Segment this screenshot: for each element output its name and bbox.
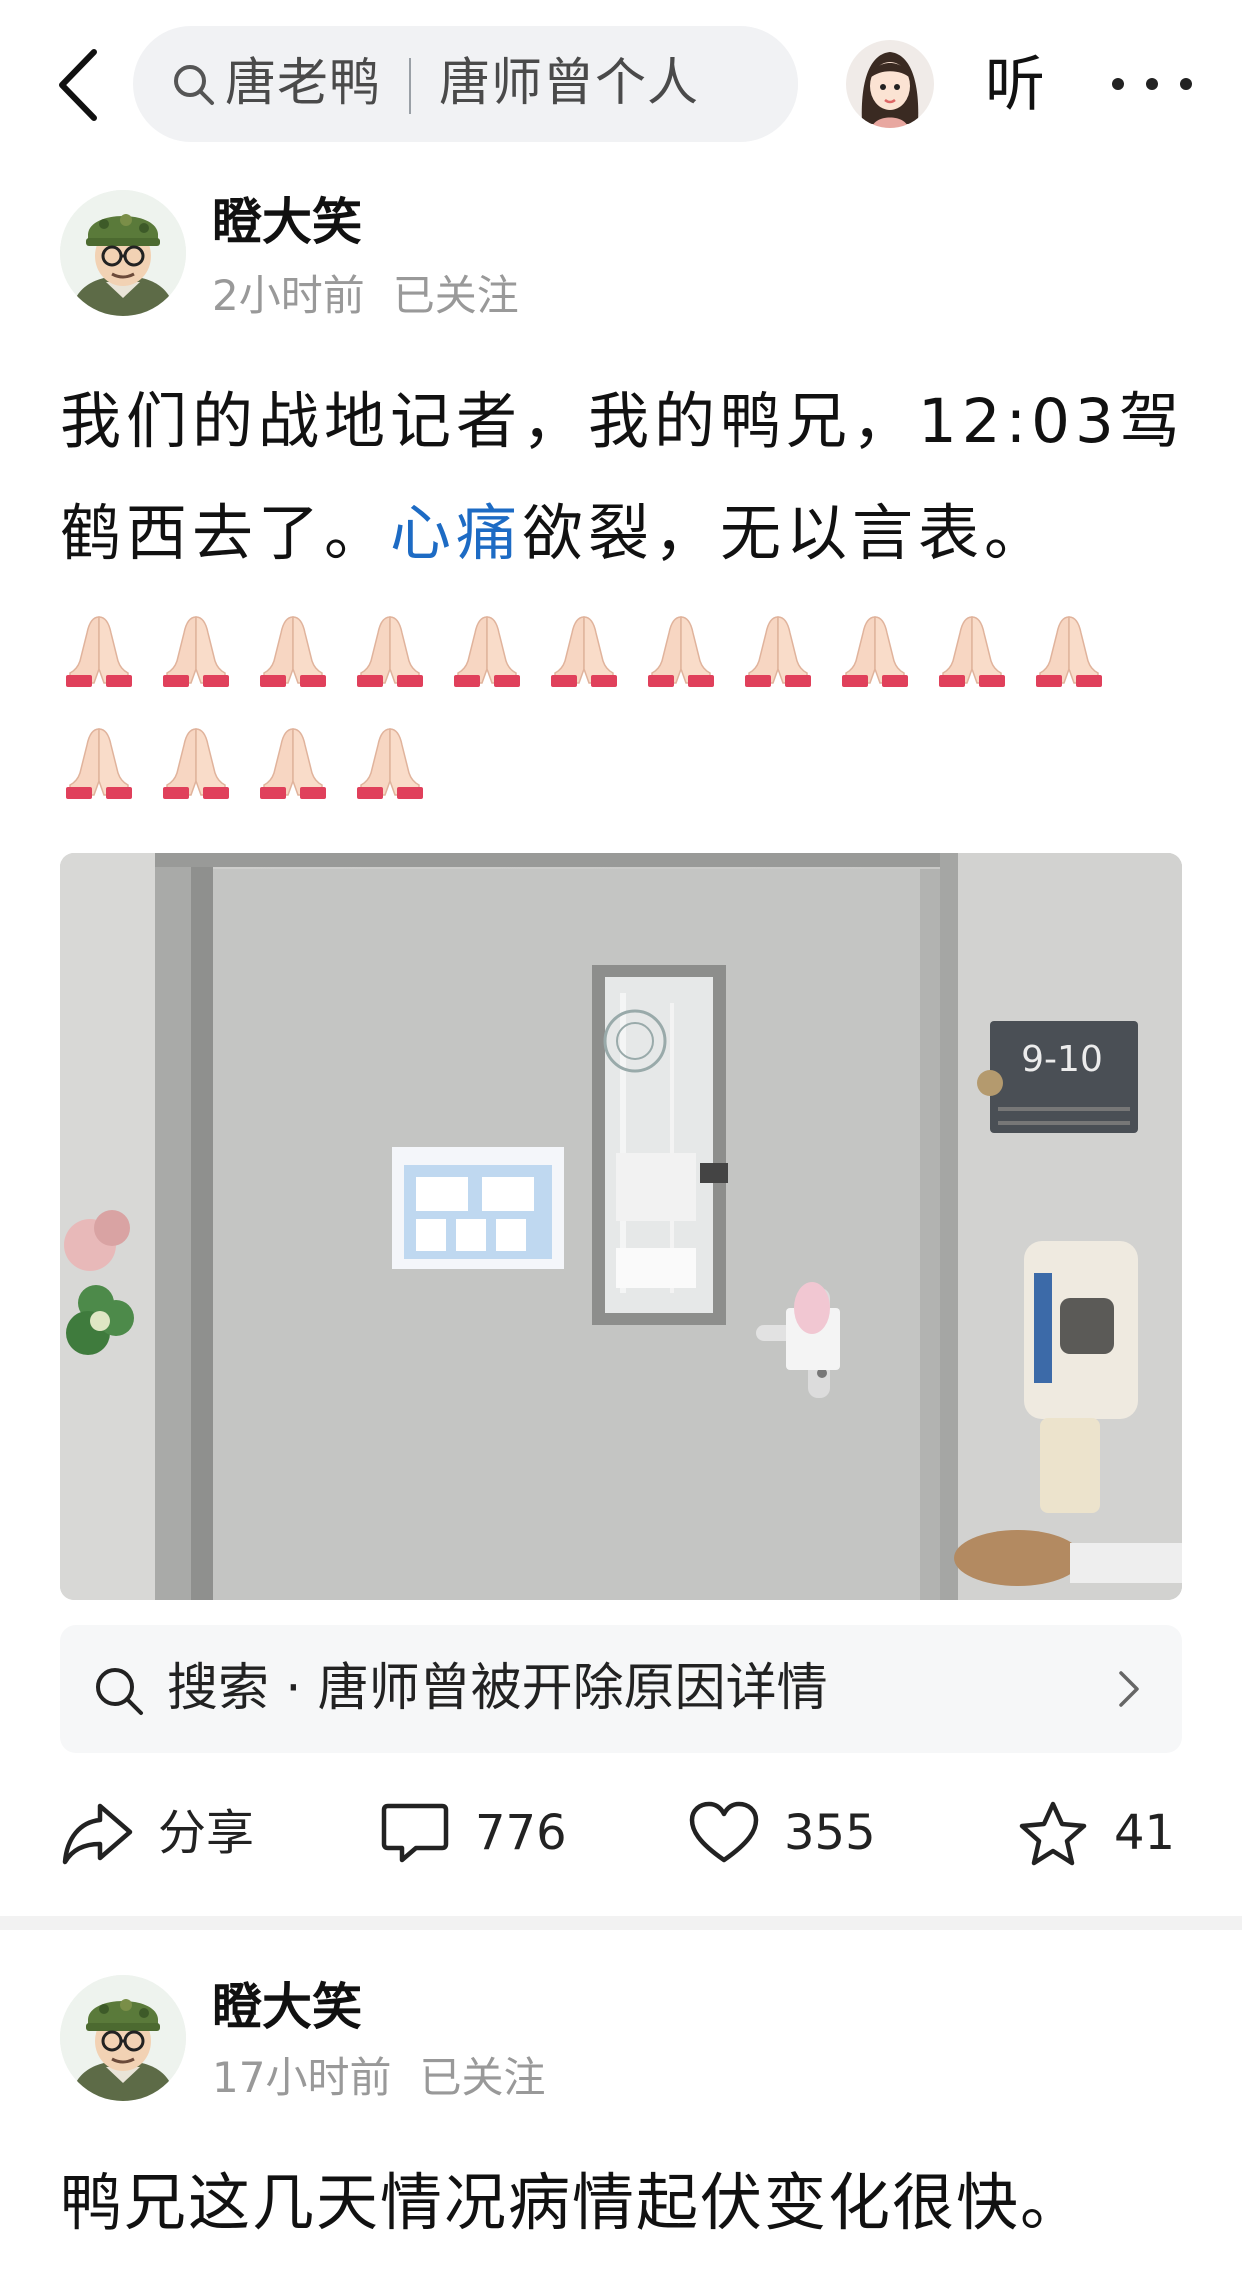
post-divider — [0, 1916, 1242, 1930]
more-options-icon[interactable] — [1112, 78, 1192, 92]
folded-hands-emoji — [745, 616, 811, 688]
search-separator — [409, 58, 412, 114]
search-bar[interactable]: 唐老鸭 唐师曾个人 — [133, 26, 798, 142]
folded-hands-emoji — [66, 616, 132, 688]
post-image[interactable]: 9-10 — [60, 853, 1182, 1600]
search-icon — [174, 65, 214, 105]
author-name[interactable]: 瞪大笑 — [212, 1975, 362, 2039]
room-sign-number: 9-10 — [1021, 1039, 1103, 1080]
folded-hands-emoji — [163, 616, 229, 688]
share-icon — [62, 1803, 133, 1865]
chevron-right-icon — [1119, 1671, 1139, 1707]
post-text: 我们的战地记者，我的鸭兄，12:03驾鹤西去了。心痛欲裂，无以言表。 — [60, 366, 1190, 814]
folded-hands-emoji — [357, 728, 423, 800]
post-time: 17小时前 — [212, 2053, 392, 2102]
assistant-avatar[interactable] — [846, 40, 934, 128]
like-count: 355 — [784, 1805, 876, 1861]
search-term-1: 唐老鸭 — [225, 54, 382, 113]
author-name[interactable]: 瞪大笑 — [212, 190, 362, 254]
folded-hands-emoji — [163, 728, 229, 800]
search-fade — [718, 26, 798, 142]
comment-count: 776 — [475, 1805, 567, 1861]
heart-icon — [689, 1801, 759, 1863]
post-actions: 分享 776 355 41 — [0, 1778, 1242, 1888]
post-meta: 2小时前 已关注 — [212, 268, 519, 324]
folded-hands-emoji — [260, 728, 326, 800]
listen-button[interactable]: 听 — [985, 44, 1045, 126]
folded-hands-emoji — [260, 616, 326, 688]
folded-hands-emoji — [1036, 616, 1102, 688]
search-term-2: 唐师曾个人 — [439, 54, 700, 113]
share-label: 分享 — [158, 1805, 255, 1861]
topic-link[interactable]: 心痛 — [390, 498, 522, 569]
folded-hands-emoji — [648, 616, 714, 688]
author-avatar[interactable] — [60, 190, 186, 316]
star-icon — [1019, 1801, 1087, 1866]
emoji-row — [60, 590, 1190, 814]
post-text: 鸭兄这几天情况病情起伏变化很快。 — [60, 2166, 1085, 2239]
search-query: 唐老鸭 唐师曾个人 — [225, 26, 699, 142]
folded-hands-emoji — [66, 728, 132, 800]
back-button[interactable] — [50, 40, 110, 130]
post-meta: 17小时前 已关注 — [212, 2050, 545, 2106]
favorite-button[interactable]: 41 — [1018, 1778, 1188, 1888]
folded-hands-emoji — [939, 616, 1005, 688]
post-time: 2小时前 — [212, 271, 365, 320]
top-bar: 唐老鸭 唐师曾个人 听 — [0, 0, 1242, 175]
author-avatar[interactable] — [60, 1975, 186, 2101]
folded-hands-emoji — [357, 616, 423, 688]
comment-icon — [381, 1803, 449, 1863]
share-button[interactable]: 分享 — [60, 1778, 280, 1888]
like-button[interactable]: 355 — [688, 1778, 888, 1888]
follow-status[interactable]: 已关注 — [419, 2053, 545, 2102]
folded-hands-emoji — [551, 616, 617, 688]
comment-button[interactable]: 776 — [380, 1778, 580, 1888]
folded-hands-emoji — [842, 616, 908, 688]
follow-status[interactable]: 已关注 — [393, 271, 519, 320]
search-suggestion[interactable]: 搜索 · 唐师曾被开除原因详情 — [60, 1625, 1182, 1753]
chevron-left-icon — [59, 49, 97, 121]
folded-hands-emoji — [454, 616, 520, 688]
post-text-part2: 欲裂，无以言表。 — [522, 498, 1051, 569]
search-suggestion-text: 搜索 · 唐师曾被开除原因详情 — [167, 1659, 828, 1718]
search-icon — [96, 1668, 143, 1715]
favorite-count: 41 — [1114, 1805, 1176, 1861]
